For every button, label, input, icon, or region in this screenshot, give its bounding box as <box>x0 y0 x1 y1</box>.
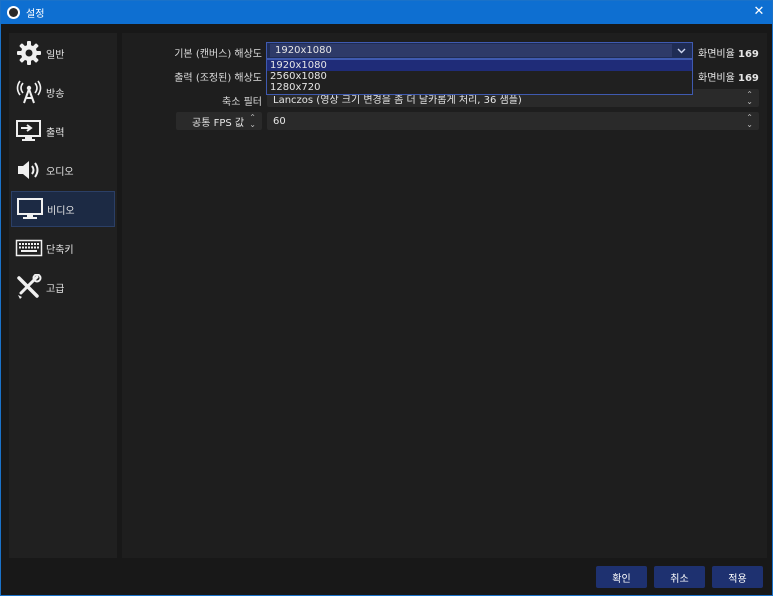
settings-window: 설정 ✕ 일반 방송 출력 오디오 비디오 단축키 고급 기본 (캔버스) 해상… <box>0 0 773 596</box>
base-resolution-combobox[interactable]: 1920x1080 <box>266 42 693 59</box>
monitor-icon <box>16 196 44 222</box>
output-monitor-icon <box>15 118 43 144</box>
output-aspect-ratio-label: 화면비율 <box>698 73 735 84</box>
sidebar-item-label: 비디오 <box>47 205 75 217</box>
sidebar-item-label: 일반 <box>46 49 65 61</box>
updown-arrows-icon: ⌃ ⌄ <box>746 113 753 129</box>
apply-button[interactable]: 적용 <box>712 566 763 588</box>
sidebar-item-output[interactable]: 출력 <box>11 113 115 149</box>
base-resolution-label: 기본 (캔버스) 해상도 <box>174 49 262 60</box>
sidebar-item-hotkeys[interactable]: 단축키 <box>11 230 115 266</box>
sidebar-item-label: 출력 <box>46 127 65 139</box>
sidebar-item-video[interactable]: 비디오 <box>11 191 115 227</box>
tools-icon <box>15 274 43 300</box>
output-aspect-ratio: 화면비율 169 <box>698 69 759 84</box>
gear-icon <box>15 40 43 66</box>
updown-arrows-icon: ⌃ ⌄ <box>249 113 256 129</box>
output-resolution-label: 출력 (조정된) 해상도 <box>174 73 262 84</box>
base-aspect-ratio-label: 화면비율 <box>698 49 735 60</box>
antenna-icon <box>15 79 43 105</box>
resolution-option[interactable]: 1280x720 <box>267 82 692 93</box>
fps-type-select[interactable]: 공통 FPS 값 ⌃ ⌄ <box>176 112 262 130</box>
base-aspect-ratio-value: 169 <box>738 49 759 60</box>
sidebar-item-label: 단축키 <box>46 244 74 256</box>
fps-type-value: 공통 FPS 값 <box>192 117 245 129</box>
base-resolution-value[interactable]: 1920x1080 <box>270 44 672 57</box>
close-icon[interactable]: ✕ <box>752 5 766 19</box>
ok-button[interactable]: 확인 <box>596 566 647 588</box>
sidebar-item-general[interactable]: 일반 <box>11 35 115 71</box>
base-aspect-ratio: 화면비율 169 <box>698 45 759 60</box>
title-bar: 설정 ✕ <box>1 1 772 24</box>
fps-value-select[interactable]: 60 ⌃ ⌄ <box>267 112 759 130</box>
cancel-button[interactable]: 취소 <box>654 566 705 588</box>
sidebar-item-label: 오디오 <box>46 166 74 178</box>
resolution-option[interactable]: 2560x1080 <box>267 71 692 82</box>
sidebar-item-audio[interactable]: 오디오 <box>11 152 115 188</box>
updown-arrows-icon: ⌃ ⌄ <box>746 90 753 106</box>
resolution-option[interactable]: 1920x1080 <box>267 60 692 71</box>
downscale-filter-label: 축소 필터 <box>222 97 262 108</box>
speaker-icon <box>15 157 43 183</box>
sidebar-item-advanced[interactable]: 고급 <box>11 269 115 305</box>
window-title: 설정 <box>26 9 45 20</box>
keyboard-icon <box>15 235 43 261</box>
sidebar-item-stream[interactable]: 방송 <box>11 74 115 110</box>
sidebar-item-label: 방송 <box>46 88 65 100</box>
obs-logo-icon <box>7 6 20 19</box>
output-aspect-ratio-value: 169 <box>738 73 759 84</box>
sidebar-item-label: 고급 <box>46 283 65 295</box>
chevron-down-icon[interactable] <box>672 43 690 58</box>
settings-sidebar: 일반 방송 출력 오디오 비디오 단축키 고급 <box>9 33 117 558</box>
resolution-dropdown-list: 1920x1080 2560x1080 1280x720 <box>266 59 693 95</box>
fps-value: 60 <box>273 115 286 127</box>
